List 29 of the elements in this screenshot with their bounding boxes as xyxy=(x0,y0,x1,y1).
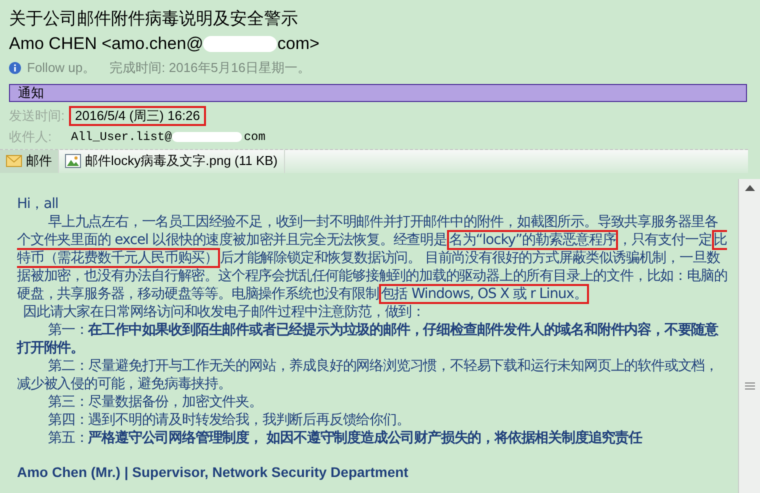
field-label: 发送时间: xyxy=(9,107,66,126)
body-paragraph: 第三：尽量数据备份，加密文件夹。 xyxy=(47,392,264,410)
greeting: Hi，all xyxy=(17,194,60,212)
scroll-up-icon[interactable] xyxy=(744,184,754,192)
category-banner: 通知 xyxy=(9,84,747,102)
sender-address-end: com> xyxy=(277,33,320,55)
attachment-tab[interactable]: 邮件 xyxy=(0,150,59,172)
sent-time: 2016/5/4 (周三) 16:26 xyxy=(69,106,206,126)
body-paragraph: 早上九点左右，一名员工因经验不足，收到一封不明邮件并打开邮件中的附件，如截图所示。导致共享服务器里各个文件夹里面的 excel 以很快的速度被加密并且完全无法恢复。经查明是 名为“locky”的勒索恶意程序，只有支付一定 比特币（需花费数千元人民币购买）后才能解除锁定和恢复数据访问。 目前尚没有很好的方式屏蔽类似诱骗机制，一旦数据被加密，也没有办法自行解密。这个程序会扰乱任何能够接触到的加载的驱动器上的所有目录上的文件，比如：电脑的硬盘，共享服务器，移动硬盘等等。电脑操作系统也没有限制包括 Windows, OS X 或 r Linux。 xyxy=(17,212,728,302)
signature: Amo Chen (Mr.) | Supervisor, Network Security Department xyxy=(17,462,410,480)
recipient-address-end: com xyxy=(244,128,266,146)
envelope-icon xyxy=(6,154,22,168)
follow-up-text: Follow up。 xyxy=(27,59,96,77)
field-label: 收件人: xyxy=(9,128,53,146)
body-paragraph: 因此请大家在日常网络访问和收发电子邮件过程中注意防范，做到： xyxy=(22,302,426,320)
completed-date: 完成时间: 2016年5月16日星期一。 xyxy=(110,59,310,77)
body-paragraph: 第二：尽量避免打开与工作无关的网站，养成良好的网络浏览习惯，不轻易下载和运行未知网页上的软件或文档，减少被入侵的可能，避免病毒挟持。 xyxy=(17,356,720,392)
image-file-icon xyxy=(65,154,81,168)
scrollbar[interactable] xyxy=(738,178,760,493)
body-paragraph: 第一：在工作中如果收到陌生邮件或者已经提示为垃圾的邮件，仔细检查邮件发件人的域名和附件内容，不要随意打开附件。 xyxy=(17,320,720,356)
recipient-address: All_User.list@ xyxy=(71,128,172,146)
email-subject: 关于公司邮件附件病毒说明及安全警示 xyxy=(9,8,299,30)
scroll-grip-icon[interactable] xyxy=(744,382,754,390)
body-paragraph: 第五：严格遵守公司网络管理制度， 如因不遵守制度造成公司财产损失的，将依据相关制度追究责任 xyxy=(47,428,644,446)
body-paragraph: 第四：遇到不明的请及时转发给我，我判断后再反馈给你们。 xyxy=(47,410,411,428)
redaction-mark xyxy=(172,132,242,142)
sender-address: Amo CHEN <amo.chen@ xyxy=(9,33,204,55)
attachment-tab[interactable]: 邮件locky病毒及文字.png (11 KB) xyxy=(59,150,285,172)
info-icon xyxy=(9,62,21,74)
